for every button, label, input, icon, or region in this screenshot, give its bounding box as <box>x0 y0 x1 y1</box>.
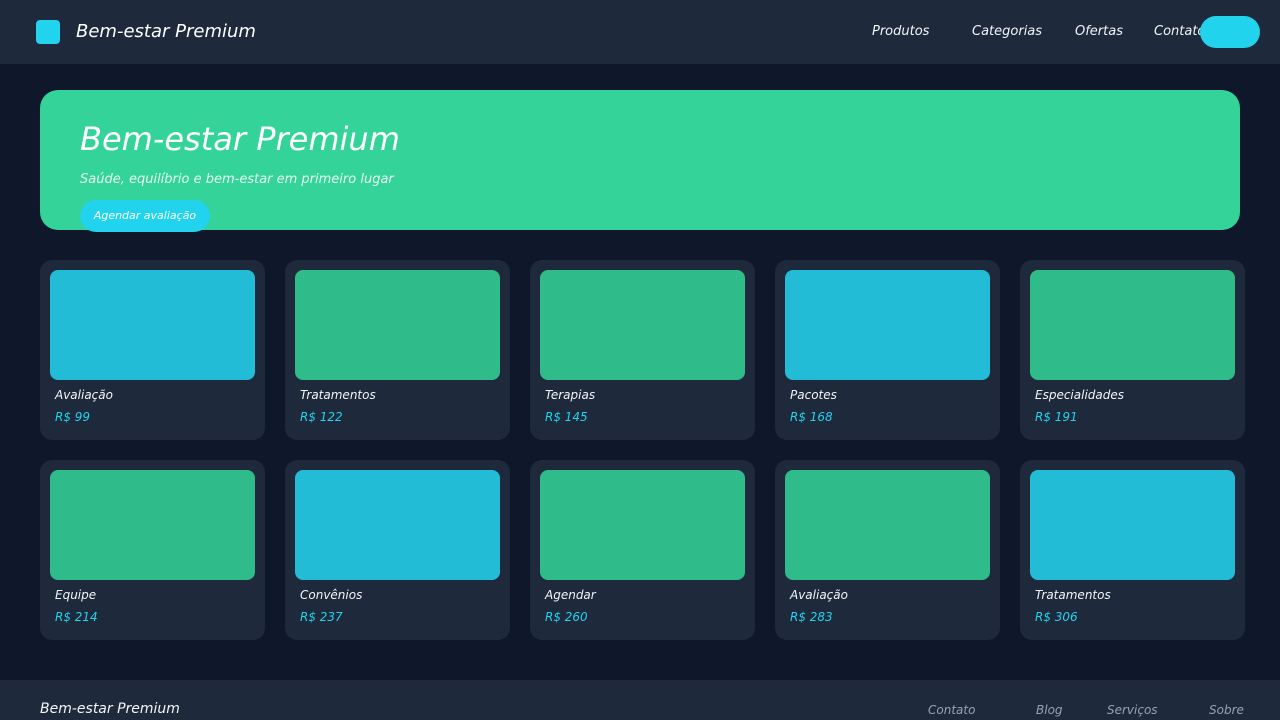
footer-brand: Bem-estar Premium <box>40 701 180 717</box>
product-card[interactable]: Tratamentos R$ 122 <box>285 260 510 440</box>
product-image <box>50 270 255 380</box>
product-price: R$ 283 <box>790 610 833 624</box>
product-price: R$ 260 <box>545 610 588 624</box>
product-card[interactable]: Agendar R$ 260 <box>530 460 755 640</box>
product-name: Avaliação <box>790 588 848 602</box>
product-name: Pacotes <box>790 388 837 402</box>
product-price: R$ 191 <box>1035 410 1078 424</box>
product-name: Tratamentos <box>1035 588 1111 602</box>
product-price: R$ 168 <box>790 410 833 424</box>
product-image <box>1030 270 1235 380</box>
schedule-evaluation-button[interactable]: Agendar avaliação <box>80 200 210 232</box>
footer-link-sobre[interactable]: Sobre <box>1209 700 1244 720</box>
product-name: Avaliação <box>55 388 113 402</box>
product-image <box>785 470 990 580</box>
product-image <box>1030 470 1235 580</box>
nav-categorias[interactable]: Categorias <box>972 22 1042 42</box>
hero-subtitle: Saúde, equilíbrio e bem-estar em primeir… <box>80 172 394 187</box>
product-price: R$ 122 <box>300 410 343 424</box>
product-card[interactable]: Convênios R$ 237 <box>285 460 510 640</box>
product-price: R$ 214 <box>55 610 98 624</box>
product-card[interactable]: Equipe R$ 214 <box>40 460 265 640</box>
product-image <box>540 270 745 380</box>
hero-banner: Bem-estar Premium Saúde, equilíbrio e be… <box>40 90 1240 232</box>
product-image <box>295 470 500 580</box>
product-image <box>295 270 500 380</box>
product-price: R$ 237 <box>300 610 343 624</box>
product-name: Terapias <box>545 388 596 402</box>
nav-ofertas[interactable]: Ofertas <box>1075 22 1123 42</box>
product-card[interactable]: Pacotes R$ 168 <box>775 260 1000 440</box>
top-nav-bar: Bem-estar Premium Produtos Categorias Of… <box>0 0 1280 64</box>
nav-contato[interactable]: Contato <box>1154 22 1205 42</box>
product-card[interactable]: Tratamentos R$ 306 <box>1020 460 1245 640</box>
brand-title[interactable]: Bem-estar Premium <box>76 18 256 46</box>
product-price: R$ 306 <box>1035 610 1078 624</box>
hero-title: Bem-estar Premium <box>80 120 400 158</box>
product-price: R$ 99 <box>55 410 91 424</box>
product-card[interactable]: Especialidades R$ 191 <box>1020 260 1245 440</box>
product-price: R$ 145 <box>545 410 588 424</box>
product-name: Equipe <box>55 588 97 602</box>
product-name: Convênios <box>300 588 363 602</box>
product-card[interactable]: Terapias R$ 145 <box>530 260 755 440</box>
logo-icon[interactable] <box>36 20 60 44</box>
product-grid: Avaliação R$ 99 Tratamentos R$ 122 Terapias R… <box>40 260 1245 640</box>
product-card[interactable]: Avaliação R$ 99 <box>40 260 265 440</box>
footer: Bem-estar Premium Contato Blog Serviços … <box>0 680 1280 720</box>
nav-action-button[interactable] <box>1200 16 1260 48</box>
footer-link-contato[interactable]: Contato <box>928 700 975 720</box>
product-image <box>785 270 990 380</box>
nav-produtos[interactable]: Produtos <box>872 22 929 42</box>
product-name: Especialidades <box>1035 388 1125 402</box>
product-name: Agendar <box>545 588 596 602</box>
product-image <box>540 470 745 580</box>
product-card[interactable]: Avaliação R$ 283 <box>775 460 1000 640</box>
footer-link-blog[interactable]: Blog <box>1036 700 1063 720</box>
product-name: Tratamentos <box>300 388 376 402</box>
footer-link-servicos[interactable]: Serviços <box>1107 700 1158 720</box>
product-image <box>50 470 255 580</box>
